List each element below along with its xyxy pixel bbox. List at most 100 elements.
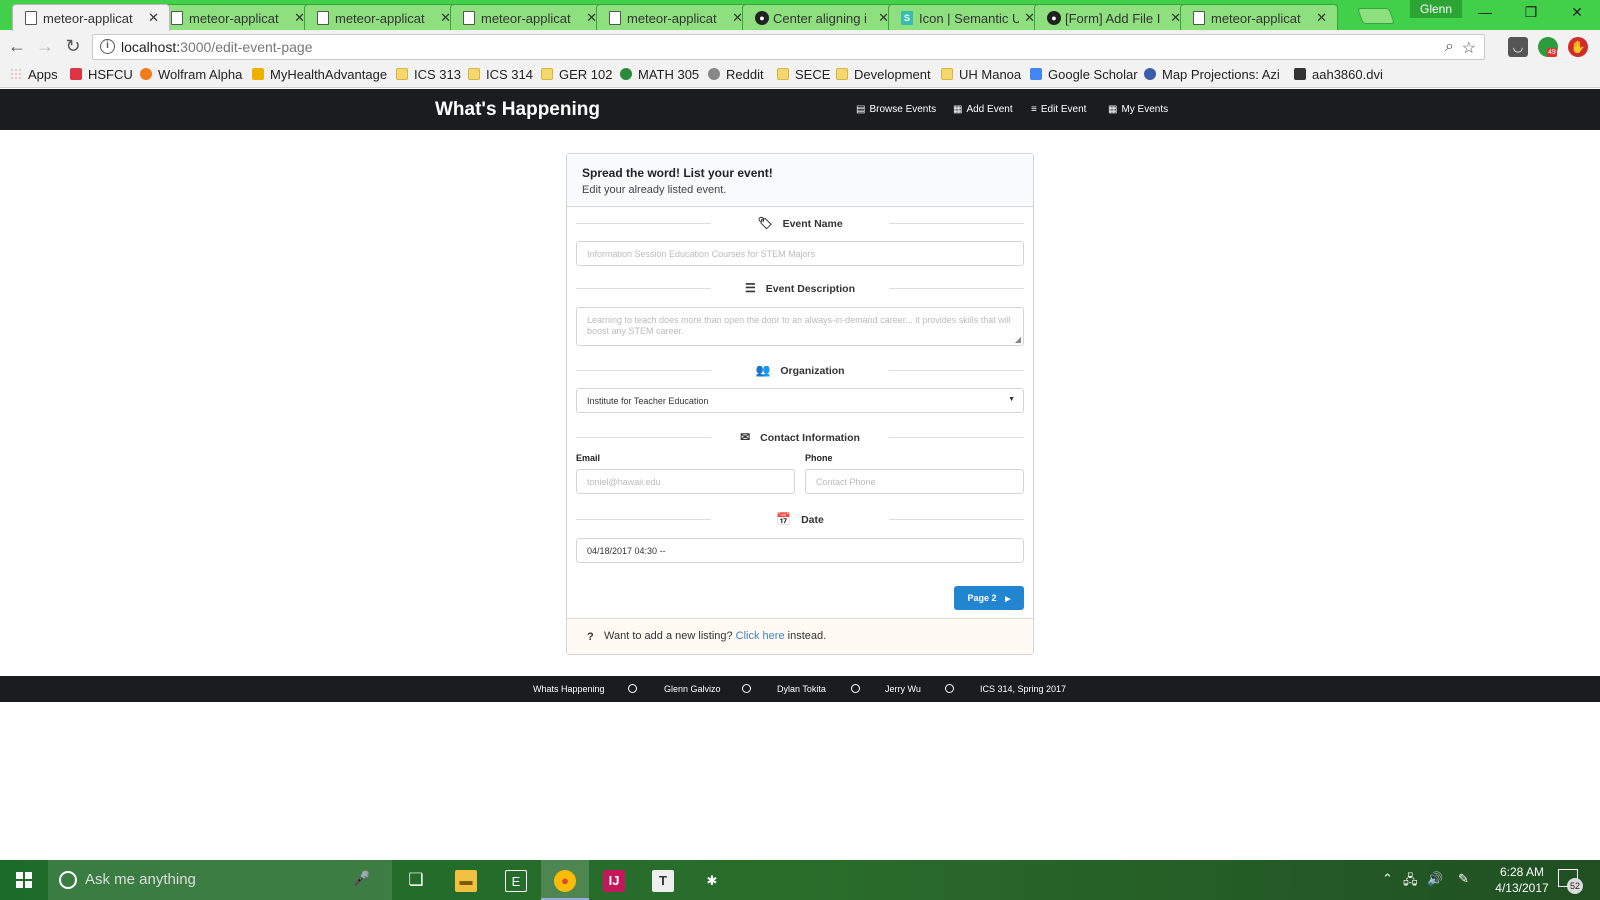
network-icon[interactable]: 🖧 — [1403, 871, 1418, 893]
bookmark-google-scholar[interactable]: Google Scholar — [1030, 67, 1138, 82]
organization-select[interactable]: Institute for Teacher Education ▼ — [576, 388, 1024, 413]
close-icon[interactable]: ✕ — [1316, 10, 1327, 26]
star-icon[interactable]: ☆ — [1462, 38, 1476, 58]
browser-tab[interactable]: meteor-applicat ✕ — [596, 4, 754, 30]
start-button[interactable] — [0, 860, 48, 900]
bookmark-sece[interactable]: SECE — [777, 67, 830, 82]
task-view-icon[interactable]: ❏ — [392, 860, 440, 900]
date-input[interactable]: 04/18/2017 04:30 -- — [576, 538, 1024, 563]
list-icon: ▤ — [856, 104, 866, 115]
wolfram-icon — [140, 68, 152, 80]
browser-tab[interactable]: S Icon | Semantic U ✕ — [888, 4, 1046, 30]
scholar-icon — [1030, 68, 1042, 80]
zoom-icon[interactable]: ⌕ — [1445, 38, 1454, 56]
bookmark-hsfcu[interactable]: HSFCU — [70, 67, 133, 82]
folder-icon — [541, 68, 553, 80]
minimize-icon[interactable]: — — [1470, 4, 1500, 20]
tab-title: meteor-applicat — [189, 11, 279, 26]
typora-icon[interactable]: T — [639, 860, 687, 900]
app-navbar: What's Happening ▤ Browse Events ▦ Add Eve… — [0, 89, 1600, 130]
bookmark-reddit[interactable]: Reddit — [708, 67, 764, 82]
bookmark-ics313[interactable]: ICS 313 — [396, 67, 461, 82]
resize-handle-icon[interactable]: ◢ — [1015, 334, 1021, 345]
bookmark-label: MyHealthAdvantage — [270, 67, 388, 82]
caret-right-icon: ▶ — [1005, 596, 1011, 603]
bookmark-ics314[interactable]: ICS 314 — [468, 67, 533, 82]
event-description-textarea[interactable]: Learning to teach does more than open th… — [576, 307, 1024, 346]
file-explorer-icon[interactable]: ▬ — [442, 860, 490, 900]
email-field[interactable]: toniel@hawaii.edu — [576, 469, 795, 494]
edge-app-icon[interactable]: E — [492, 860, 540, 900]
date-divider: 📅 Date — [576, 512, 1024, 526]
nav-edit-event[interactable]: ≡ Edit Event — [1031, 104, 1086, 115]
bookmark-apps[interactable]: Apps — [10, 67, 58, 82]
phone-field[interactable]: Contact Phone — [805, 469, 1024, 494]
app-footer: Whats Happening Glenn Galvizo Dylan Toki… — [0, 676, 1600, 702]
brand-title[interactable]: What's Happening — [435, 99, 600, 121]
browser-tab[interactable]: ● Center aligning i ✕ — [742, 4, 900, 30]
volume-icon[interactable]: 🔊 — [1427, 871, 1443, 887]
cortana-icon — [59, 871, 77, 889]
bookmark-wolfram[interactable]: Wolfram Alpha — [140, 67, 242, 82]
footer-item: Dylan Tokita — [777, 684, 826, 694]
nav-browse-events[interactable]: ▤ Browse Events — [856, 104, 936, 115]
chevron-up-icon[interactable]: ⌃ — [1382, 871, 1393, 887]
bookmark-map-projections[interactable]: Map Projections: Azim — [1144, 67, 1279, 82]
new-tab-button[interactable] — [1357, 8, 1395, 24]
browser-tab[interactable]: meteor-applicat ✕ — [304, 4, 462, 30]
bookmark-myhealth[interactable]: MyHealthAdvantage — [252, 67, 387, 82]
adblock-icon[interactable]: ✋ — [1568, 37, 1588, 57]
nav-my-events[interactable]: ▦ My Events — [1108, 104, 1168, 115]
bookmark-ger102[interactable]: GER 102 — [541, 67, 612, 82]
chrome-icon[interactable]: ● — [541, 860, 589, 900]
action-center-icon[interactable]: 52 — [1558, 869, 1583, 894]
info-icon[interactable]: i — [100, 39, 115, 54]
restore-icon[interactable]: ❐ — [1516, 4, 1546, 21]
taskbar-clock[interactable]: 6:28 AM 4/13/2017 — [1484, 864, 1560, 896]
organization-label: Organization — [780, 365, 845, 377]
pen-icon[interactable]: ✎ — [1458, 871, 1469, 887]
click-here-link[interactable]: Click here — [736, 630, 785, 642]
back-icon[interactable]: ← — [6, 36, 28, 57]
browser-tab-strip: meteor-applicat ✕ meteor-applicat ✕ mete… — [0, 0, 1600, 31]
bookmark-label: UH Manoa — [959, 67, 1022, 82]
pocket-icon[interactable]: ◡ — [1508, 37, 1528, 57]
browser-tab[interactable]: meteor-applicat ✕ — [450, 4, 608, 30]
nav-label: My Events — [1121, 104, 1169, 115]
bookmark-uh-manoa[interactable]: UH Manoa — [941, 67, 1021, 82]
page-icon — [1193, 11, 1205, 25]
bookmark-math305[interactable]: MATH 305 — [620, 67, 699, 82]
footer-message: Want to add a new listing? Click here in… — [604, 630, 826, 642]
intellij-icon[interactable]: IJ — [590, 860, 638, 900]
page-icon — [317, 11, 329, 25]
reload-icon[interactable]: ↻ — [62, 36, 84, 57]
close-icon[interactable]: ✕ — [148, 10, 159, 26]
tag-icon: 🏷 — [757, 216, 773, 230]
windows-taskbar: Ask me anything 🎤 ❏ ▬ E ● IJ T ✱ ⌃ 🖧 🔊 ✎… — [0, 860, 1600, 900]
bookmark-development[interactable]: Development — [836, 67, 931, 82]
extension-icon[interactable]: 49 — [1538, 37, 1558, 57]
page-2-button[interactable]: Page 2 ▶ — [954, 586, 1024, 610]
event-name-input[interactable]: Information Session Education Courses fo… — [576, 241, 1024, 266]
circle-icon — [628, 684, 637, 693]
nav-add-event[interactable]: ▦ Add Event — [953, 104, 1013, 115]
browser-tab[interactable]: meteor-applicat ✕ — [1180, 4, 1338, 30]
window-close-icon[interactable]: ✕ — [1562, 4, 1592, 21]
microphone-icon[interactable]: 🎤 — [353, 870, 370, 887]
globe-icon — [1144, 68, 1156, 80]
browser-tab[interactable]: ● [Form] Add File I ✕ — [1034, 4, 1192, 30]
footer-item: ICS 314, Spring 2017 — [980, 684, 1067, 694]
profile-button[interactable]: Glenn — [1410, 0, 1462, 18]
search-placeholder: Ask me anything — [85, 871, 196, 888]
footer-text-before: Want to add a new listing? — [604, 630, 736, 642]
cortana-search[interactable]: Ask me anything 🎤 — [48, 860, 392, 900]
edit-icon: ≡ — [1031, 104, 1037, 115]
bookmark-aah3860[interactable]: aah3860.dvi — [1294, 67, 1383, 82]
forward-icon[interactable]: → — [34, 36, 56, 57]
address-bar[interactable]: i localhost:3000/edit-event-page ⌕ ☆ — [92, 34, 1485, 60]
slack-icon[interactable]: ✱ — [688, 860, 736, 900]
browser-tab[interactable]: meteor-applicat ✕ — [158, 4, 316, 30]
reddit-icon — [708, 68, 720, 80]
browser-tab[interactable]: meteor-applicat ✕ — [12, 4, 170, 31]
nav-label: Edit Event — [1040, 104, 1087, 115]
